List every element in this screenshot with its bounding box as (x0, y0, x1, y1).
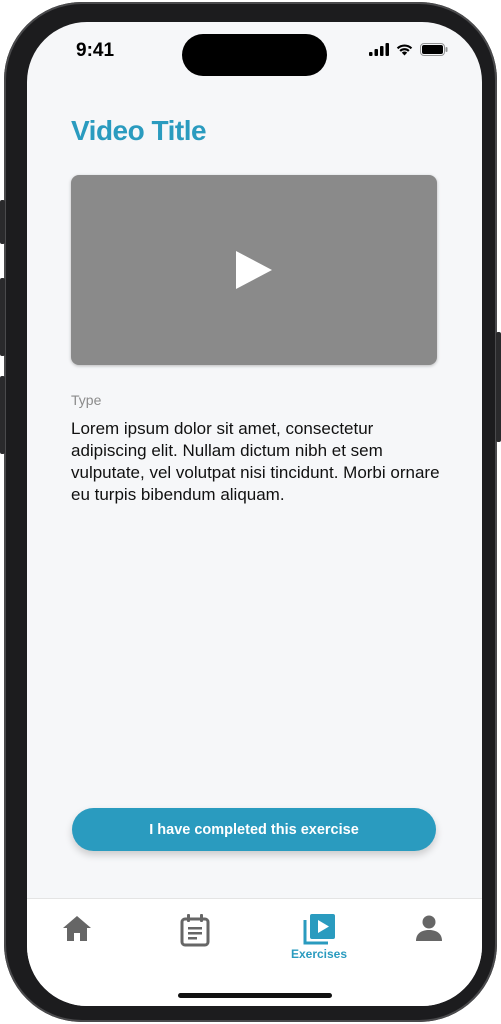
cellular-signal-icon (369, 42, 389, 56)
side-button-power (496, 332, 501, 442)
exercises-icon (303, 914, 335, 945)
tab-exercises[interactable]: Exercises (279, 913, 359, 963)
exercise-description: Lorem ipsum dolor sit amet, consectetur … (71, 419, 440, 504)
phone-frame: 9:41 Video Title Type Lorem ipsum dolor … (0, 2, 501, 1022)
complete-exercise-button[interactable]: I have completed this exercise (72, 808, 436, 851)
home-indicator[interactable] (178, 993, 332, 998)
screen: 9:41 Video Title Type Lorem ipsum dolor … (27, 22, 482, 1006)
side-button-volume-up (0, 278, 5, 356)
status-icons (369, 42, 448, 56)
tab-home[interactable] (37, 913, 117, 963)
tab-profile[interactable] (389, 913, 469, 963)
profile-icon (416, 915, 442, 941)
wifi-icon (396, 44, 413, 56)
tab-calendar[interactable] (155, 913, 235, 963)
calendar-icon (180, 914, 210, 947)
side-button-action (0, 200, 5, 244)
status-bar: 9:41 (27, 22, 482, 82)
video-player[interactable] (71, 175, 437, 365)
page-title: Video Title (71, 115, 207, 146)
dynamic-island (182, 34, 327, 76)
tab-bar: Exercises (27, 898, 482, 1006)
type-label: Type (71, 392, 102, 408)
tab-exercises-label: Exercises (290, 947, 348, 961)
side-button-volume-down (0, 376, 5, 454)
play-icon[interactable] (234, 250, 274, 290)
battery-icon (420, 42, 448, 56)
home-icon (63, 916, 91, 941)
status-time: 9:41 (76, 40, 115, 61)
